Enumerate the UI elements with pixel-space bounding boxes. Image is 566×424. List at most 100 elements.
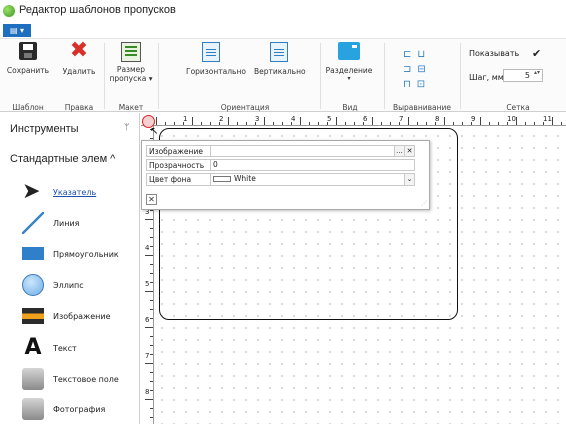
split-icon (338, 42, 360, 60)
split-label: Разделение (325, 66, 373, 75)
horizontal-label: Горизонтально (186, 67, 246, 76)
line-icon (22, 212, 44, 234)
ruler-tick (525, 122, 526, 125)
ruler-tick (150, 336, 153, 337)
spin-arrows-icon[interactable]: ▴▾ (534, 70, 540, 76)
ruler-tick (444, 117, 445, 125)
delete-button-label: Удалить (62, 67, 96, 76)
browse-button[interactable]: ... (394, 146, 404, 156)
align-buttons-group[interactable]: ⊏⊔ ⊐⊟ ⊓⊡ (403, 47, 432, 92)
ruler-tick (150, 282, 153, 283)
ruler-number: 3 (255, 115, 260, 123)
resize-grip-icon[interactable]: ⋰ (421, 200, 427, 207)
ruler-tick (150, 390, 153, 391)
split-button[interactable]: Разделение ▾ (324, 42, 374, 82)
grid-step-value: 5 (524, 71, 530, 80)
chevron-down-icon[interactable]: ⌄ (404, 174, 414, 185)
element-selector-marker[interactable] (141, 113, 159, 128)
ruler-tick (534, 122, 535, 125)
ruler-number: 5 (327, 115, 332, 123)
property-row-image[interactable]: Изображение ... ✕ (146, 145, 415, 157)
align-left-icon[interactable]: ⊏⊔ (403, 47, 432, 62)
ruler-tick (150, 345, 153, 346)
ruler-number: 8 (435, 115, 440, 123)
property-value[interactable] (210, 146, 414, 156)
app-logo-icon (3, 5, 15, 17)
ruler-tick (150, 246, 153, 247)
ruler-tick (237, 122, 238, 125)
orientation-horizontal-button[interactable]: Горизонтально (186, 42, 246, 76)
ruler-tick (282, 122, 283, 125)
group-label-grid: Сетка (506, 103, 530, 112)
ruler-number: 2 (219, 115, 224, 123)
tool-pointer[interactable]: ➤ Указатель (22, 177, 140, 207)
arrow-pointer-icon: ➤ (22, 179, 41, 204)
tool-text[interactable]: A Текст (22, 333, 140, 363)
badge-size-label-1: Размер (116, 65, 146, 74)
badge-size-button[interactable]: Размер пропуска ▾ (108, 42, 154, 83)
tool-ellipse[interactable]: Эллипс (22, 270, 140, 300)
tool-photo-label: Фотография (53, 405, 106, 414)
ruler-number: 10 (507, 115, 516, 123)
tool-photo[interactable]: Фотография (22, 394, 140, 424)
ruler-tick (210, 122, 211, 125)
delete-icon: ✖ (69, 38, 89, 63)
grid-step-spinner[interactable]: 5 ▴▾ (503, 69, 543, 82)
standard-elements-section[interactable]: Стандартные элем ^ (10, 153, 115, 165)
grid-show-checkbox[interactable]: ✔ (532, 47, 541, 60)
delete-button[interactable]: ✖ Удалить (60, 38, 98, 77)
ruler-tick (372, 117, 373, 125)
ruler-tick (174, 122, 175, 125)
transparency-input[interactable]: 0 (210, 160, 414, 170)
ruler-tick (264, 117, 265, 125)
tool-ellipse-label: Эллипс (53, 281, 84, 290)
badge-size-icon (121, 42, 141, 62)
background-color-select[interactable]: White (210, 174, 414, 185)
ruler-tick (145, 219, 153, 220)
property-row-transparency[interactable]: Прозрачность 0 (146, 159, 415, 171)
tool-line[interactable]: Линия (22, 208, 140, 238)
ruler-tick (462, 122, 463, 125)
ribbon-separator (384, 43, 385, 109)
horizontal-ruler: 1 2 3 4 5 6 7 8 9 10 11 (141, 113, 566, 126)
ruler-tick (201, 122, 202, 125)
ruler-tick (150, 318, 153, 319)
tools-panel-title: Инструменты (10, 123, 79, 135)
vertical-label: Вертикально (254, 67, 306, 76)
ruler-tick (150, 381, 153, 382)
save-button[interactable]: Сохранить (6, 42, 50, 75)
orientation-vertical-button[interactable]: Вертикально (254, 42, 306, 76)
ruler-tick (150, 228, 153, 229)
title-bar: Редактор шаблонов пропусков (0, 0, 566, 22)
close-popup-button[interactable]: ✕ (146, 194, 157, 205)
align-center-icon[interactable]: ⊐⊟ (403, 62, 432, 77)
ruler-tick (150, 273, 153, 274)
photo-icon (22, 398, 44, 420)
ruler-tick (150, 138, 153, 139)
image-icon (22, 308, 44, 324)
window-title: Редактор шаблонов пропусков (19, 4, 176, 16)
tool-image[interactable]: Изображение (22, 301, 140, 331)
ruler-tick (309, 122, 310, 125)
ruler-number: 4 (291, 115, 296, 123)
ruler-tick (192, 117, 193, 125)
align-right-icon[interactable]: ⊓⊡ (403, 77, 432, 92)
page-horizontal-icon (202, 42, 220, 62)
color-swatch (213, 176, 231, 182)
ruler-tick (150, 417, 153, 418)
property-row-background[interactable]: Цвет фона White ⌄ (146, 173, 415, 186)
clear-image-button[interactable]: ✕ (404, 146, 414, 156)
ruler-tick (145, 255, 153, 256)
ruler-tick (300, 117, 301, 125)
property-label: Цвет фона (149, 175, 192, 184)
application-menu-button[interactable]: ▤ ▾ (3, 24, 31, 37)
tool-textbox[interactable]: Текстовое поле (22, 364, 140, 394)
ribbon: Сохранить ✖ Удалить Размер пропуска ▾ Го… (0, 38, 566, 112)
textbox-icon (22, 368, 44, 390)
ruler-tick (228, 117, 229, 125)
text-icon: A (24, 335, 42, 360)
ruler-tick (145, 399, 153, 400)
pin-icon[interactable]: ᛘ (124, 123, 129, 133)
ruler-number: 4 (145, 244, 150, 252)
tool-rectangle[interactable]: Прямоугольник (22, 239, 140, 269)
